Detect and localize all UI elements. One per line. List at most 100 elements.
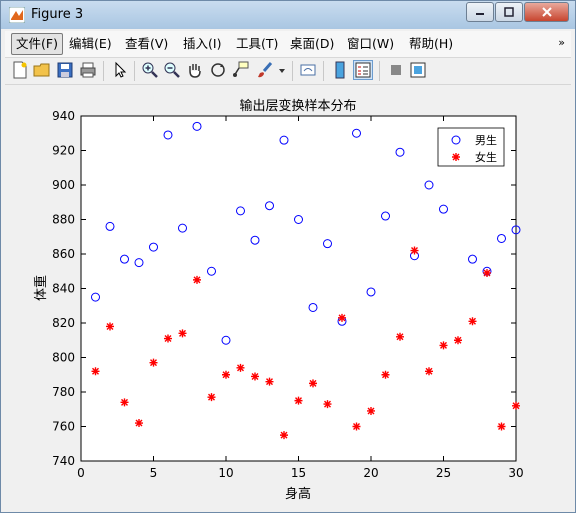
legend-male-label: 男生	[475, 133, 497, 147]
female-point	[396, 332, 404, 341]
female-point	[135, 419, 143, 428]
restore-icon	[504, 7, 514, 17]
legend[interactable]: 男生 女生	[437, 127, 505, 167]
rotate-3d-icon[interactable]	[209, 61, 227, 79]
save-icon[interactable]	[56, 61, 74, 79]
toolbar-separator	[134, 61, 135, 81]
zoom-out-icon[interactable]	[163, 61, 181, 79]
x-tick-label: 10	[218, 466, 233, 480]
zoom-in-icon[interactable]	[141, 61, 159, 79]
female-point	[468, 317, 477, 326]
female-point	[164, 334, 172, 343]
y-tick-label: 880	[52, 213, 75, 227]
female-point	[178, 329, 187, 338]
axes-background	[80, 115, 517, 462]
x-tick-label: 0	[77, 466, 85, 480]
menu-overflow-icon[interactable]: »	[558, 36, 565, 49]
minimize-icon	[476, 13, 484, 15]
close-icon	[541, 7, 552, 17]
close-button[interactable]	[524, 2, 569, 22]
show-plot-tools-icon[interactable]	[409, 61, 427, 79]
menu-desktop[interactable]: 桌面(D)	[286, 34, 338, 54]
female-point	[323, 400, 332, 409]
menu-tools[interactable]: 工具(T)	[232, 34, 282, 54]
legend-icon[interactable]	[353, 60, 373, 80]
y-tick-label: 740	[52, 454, 75, 468]
female-point	[338, 313, 346, 322]
brush-dropdown-icon[interactable]	[277, 61, 287, 79]
x-tick-label: 20	[363, 466, 378, 480]
menu-window[interactable]: 窗口(W)	[343, 34, 398, 54]
menu-bar: 文件(F) 编辑(E) 查看(V) 插入(I) 工具(T) 桌面(D) 窗口(W…	[5, 31, 571, 58]
toolbar	[5, 58, 571, 85]
female-point	[483, 268, 491, 277]
female-point	[251, 372, 259, 381]
new-figure-icon[interactable]	[11, 61, 29, 79]
y-tick-label: 760	[52, 420, 75, 434]
matlab-logo-icon	[9, 7, 25, 23]
female-point	[106, 322, 114, 331]
female-point	[367, 406, 375, 415]
maximize-button[interactable]	[495, 2, 523, 22]
female-point	[294, 396, 303, 405]
x-tick-label: 15	[291, 466, 306, 480]
female-point	[236, 363, 245, 372]
female-point	[193, 275, 201, 284]
figure-canvas: 输出层变换样本分布 身高 体重 0 5 10 15 20 25 30 740 760 780 80…	[5, 87, 571, 507]
colorbar-icon[interactable]	[331, 61, 349, 79]
open-file-icon[interactable]	[33, 61, 51, 79]
y-tick-label: 800	[52, 351, 75, 365]
y-tick-label: 780	[52, 385, 75, 399]
y-axis-label: 体重	[33, 275, 49, 301]
brush-icon[interactable]	[256, 61, 274, 79]
female-point	[352, 422, 361, 431]
legend-female-marker	[452, 153, 460, 161]
pointer-icon[interactable]	[111, 61, 129, 79]
window-title: Figure 3	[31, 7, 84, 22]
link-plot-icon[interactable]	[299, 61, 317, 79]
menu-edit[interactable]: 编辑(E)	[65, 34, 116, 54]
x-tick-label: 30	[508, 466, 523, 480]
pan-hand-icon[interactable]	[186, 61, 204, 79]
menu-insert[interactable]: 插入(I)	[179, 34, 225, 54]
x-axis-label: 身高	[285, 486, 311, 502]
female-point	[381, 370, 390, 379]
female-point	[280, 431, 288, 440]
x-tick-label: 25	[436, 466, 451, 480]
female-point	[207, 393, 216, 402]
hide-plot-tools-icon[interactable]	[387, 61, 405, 79]
female-point	[454, 336, 462, 345]
female-point	[425, 367, 433, 376]
y-tick-label: 940	[52, 109, 75, 123]
menu-file[interactable]: 文件(F)	[11, 33, 63, 55]
toolbar-separator	[323, 61, 324, 81]
toolbar-separator	[103, 61, 104, 81]
data-cursor-icon[interactable]	[232, 61, 250, 79]
legend-female-label: 女生	[475, 150, 497, 164]
toolbar-separator	[292, 61, 293, 81]
print-icon[interactable]	[79, 61, 97, 79]
y-tick-label: 920	[52, 144, 75, 158]
y-tick-label: 900	[52, 178, 75, 192]
female-point	[497, 422, 506, 431]
female-point	[309, 379, 317, 388]
female-point	[512, 401, 520, 410]
y-tick-label: 840	[52, 282, 75, 296]
title-bar[interactable]: Figure 3	[1, 1, 575, 29]
female-point	[439, 341, 448, 350]
y-tick-label: 860	[52, 247, 75, 261]
menu-help[interactable]: 帮助(H)	[405, 34, 457, 54]
female-point	[120, 398, 129, 407]
menu-view[interactable]: 查看(V)	[121, 34, 172, 54]
x-tick-label: 5	[150, 466, 158, 480]
toolbar-separator	[379, 61, 380, 81]
y-tick-label: 820	[52, 316, 75, 330]
scatter-plot[interactable]: 输出层变换样本分布 身高 体重 0 5 10 15 20 25 30 740 760 780 80…	[5, 87, 571, 507]
female-point	[265, 377, 274, 386]
female-point	[91, 367, 100, 376]
chart-title: 输出层变换样本分布	[239, 98, 356, 114]
female-point	[410, 246, 419, 255]
figure-window: Figure 3 文件(F) 编辑(E) 查看(V) 插入(I) 工具(T) 桌…	[0, 0, 576, 513]
minimize-button[interactable]	[466, 2, 494, 22]
female-point	[149, 358, 158, 367]
